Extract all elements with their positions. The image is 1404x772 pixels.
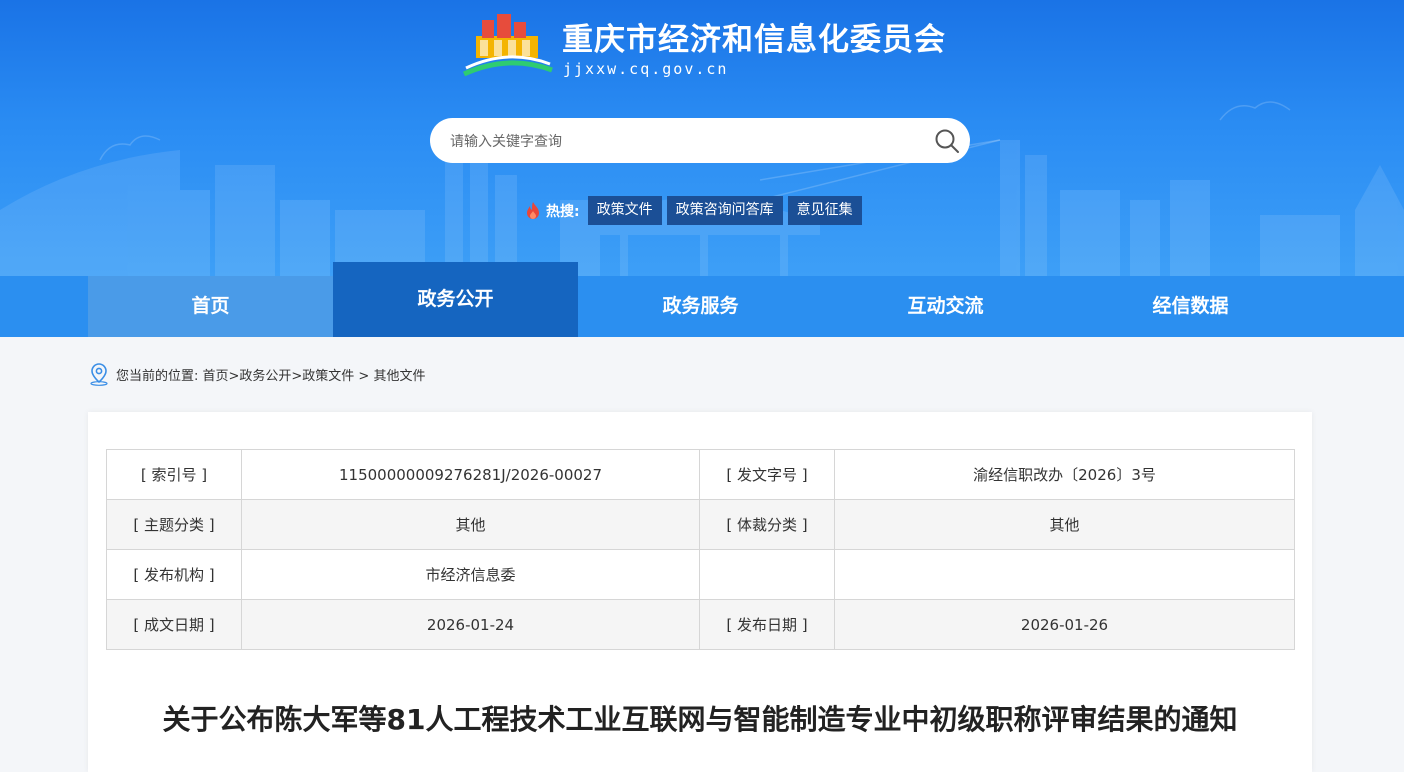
nav-economic-data[interactable]: 经信数据 xyxy=(1068,276,1313,337)
search-box xyxy=(430,118,970,165)
meta-row-category: [ 主题分类 ] 其他 [ 体裁分类 ] 其他 xyxy=(106,499,1295,550)
site-header: 重庆市经济和信息化委员会 jjxxw.cq.gov.cn 热搜: 政策文件 政策… xyxy=(0,0,1404,276)
meta-label: [ 主题分类 ] xyxy=(106,499,242,550)
breadcrumb-text[interactable]: 您当前的位置: 首页>政务公开>政策文件 > 其他文件 xyxy=(116,365,425,384)
hot-search: 热搜: 政策文件 政策咨询问答库 意见征集 xyxy=(524,196,867,225)
meta-value: 2026-01-26 xyxy=(834,599,1295,650)
hot-tag-opinion-collection[interactable]: 意见征集 xyxy=(787,196,862,225)
site-title: 重庆市经济和信息化委员会 xyxy=(562,22,946,58)
location-pin-icon xyxy=(90,363,108,386)
meta-value: 渝经信职改办〔2026〕3号 xyxy=(834,449,1295,500)
document-title: 关于公布陈大军等81人工程技术工业互联网与智能制造专业中初级职称评审结果的通知 xyxy=(162,703,1238,736)
main-nav: 首页 政务公开 政务服务 互动交流 经信数据 xyxy=(0,262,1404,337)
meta-label: [ 发文字号 ] xyxy=(699,449,835,500)
meta-value xyxy=(834,549,1295,600)
search-icon[interactable] xyxy=(934,128,960,154)
site-logo-icon xyxy=(462,14,553,77)
meta-label: [ 索引号 ] xyxy=(106,449,242,500)
document-meta-table: [ 索引号 ] 11500000009276281J/2026-00027 [ … xyxy=(106,449,1295,650)
fire-icon xyxy=(527,201,539,219)
meta-label: [ 发布日期 ] xyxy=(699,599,835,650)
meta-row-publisher: [ 发布机构 ] 市经济信息委 xyxy=(106,549,1295,600)
meta-value: 其他 xyxy=(241,499,700,550)
nav-home[interactable]: 首页 xyxy=(88,276,333,337)
content-panel: [ 索引号 ] 11500000009276281J/2026-00027 [ … xyxy=(88,412,1312,772)
nav-government-services[interactable]: 政务服务 xyxy=(578,276,823,337)
breadcrumb: 您当前的位置: 首页>政务公开>政策文件 > 其他文件 xyxy=(88,362,425,386)
meta-label: [ 成文日期 ] xyxy=(106,599,242,650)
search-input[interactable] xyxy=(448,118,932,165)
meta-value: 2026-01-24 xyxy=(241,599,700,650)
meta-label xyxy=(699,549,835,600)
nav-interaction[interactable]: 互动交流 xyxy=(823,276,1068,337)
meta-value: 其他 xyxy=(834,499,1295,550)
meta-label: [ 发布机构 ] xyxy=(106,549,242,600)
nav-government-affairs[interactable]: 政务公开 xyxy=(333,262,578,337)
meta-label: [ 体裁分类 ] xyxy=(699,499,835,550)
hot-search-label: 热搜: xyxy=(546,203,580,220)
site-domain: jjxxw.cq.gov.cn xyxy=(563,60,729,78)
meta-value: 11500000009276281J/2026-00027 xyxy=(241,449,700,500)
meta-row-index: [ 索引号 ] 11500000009276281J/2026-00027 [ … xyxy=(106,449,1295,500)
hot-tag-policy-qa[interactable]: 政策咨询问答库 xyxy=(666,196,783,225)
hot-tag-policy-files[interactable]: 政策文件 xyxy=(587,196,662,225)
meta-value: 市经济信息委 xyxy=(241,549,700,600)
meta-row-dates: [ 成文日期 ] 2026-01-24 [ 发布日期 ] 2026-01-26 xyxy=(106,599,1295,650)
